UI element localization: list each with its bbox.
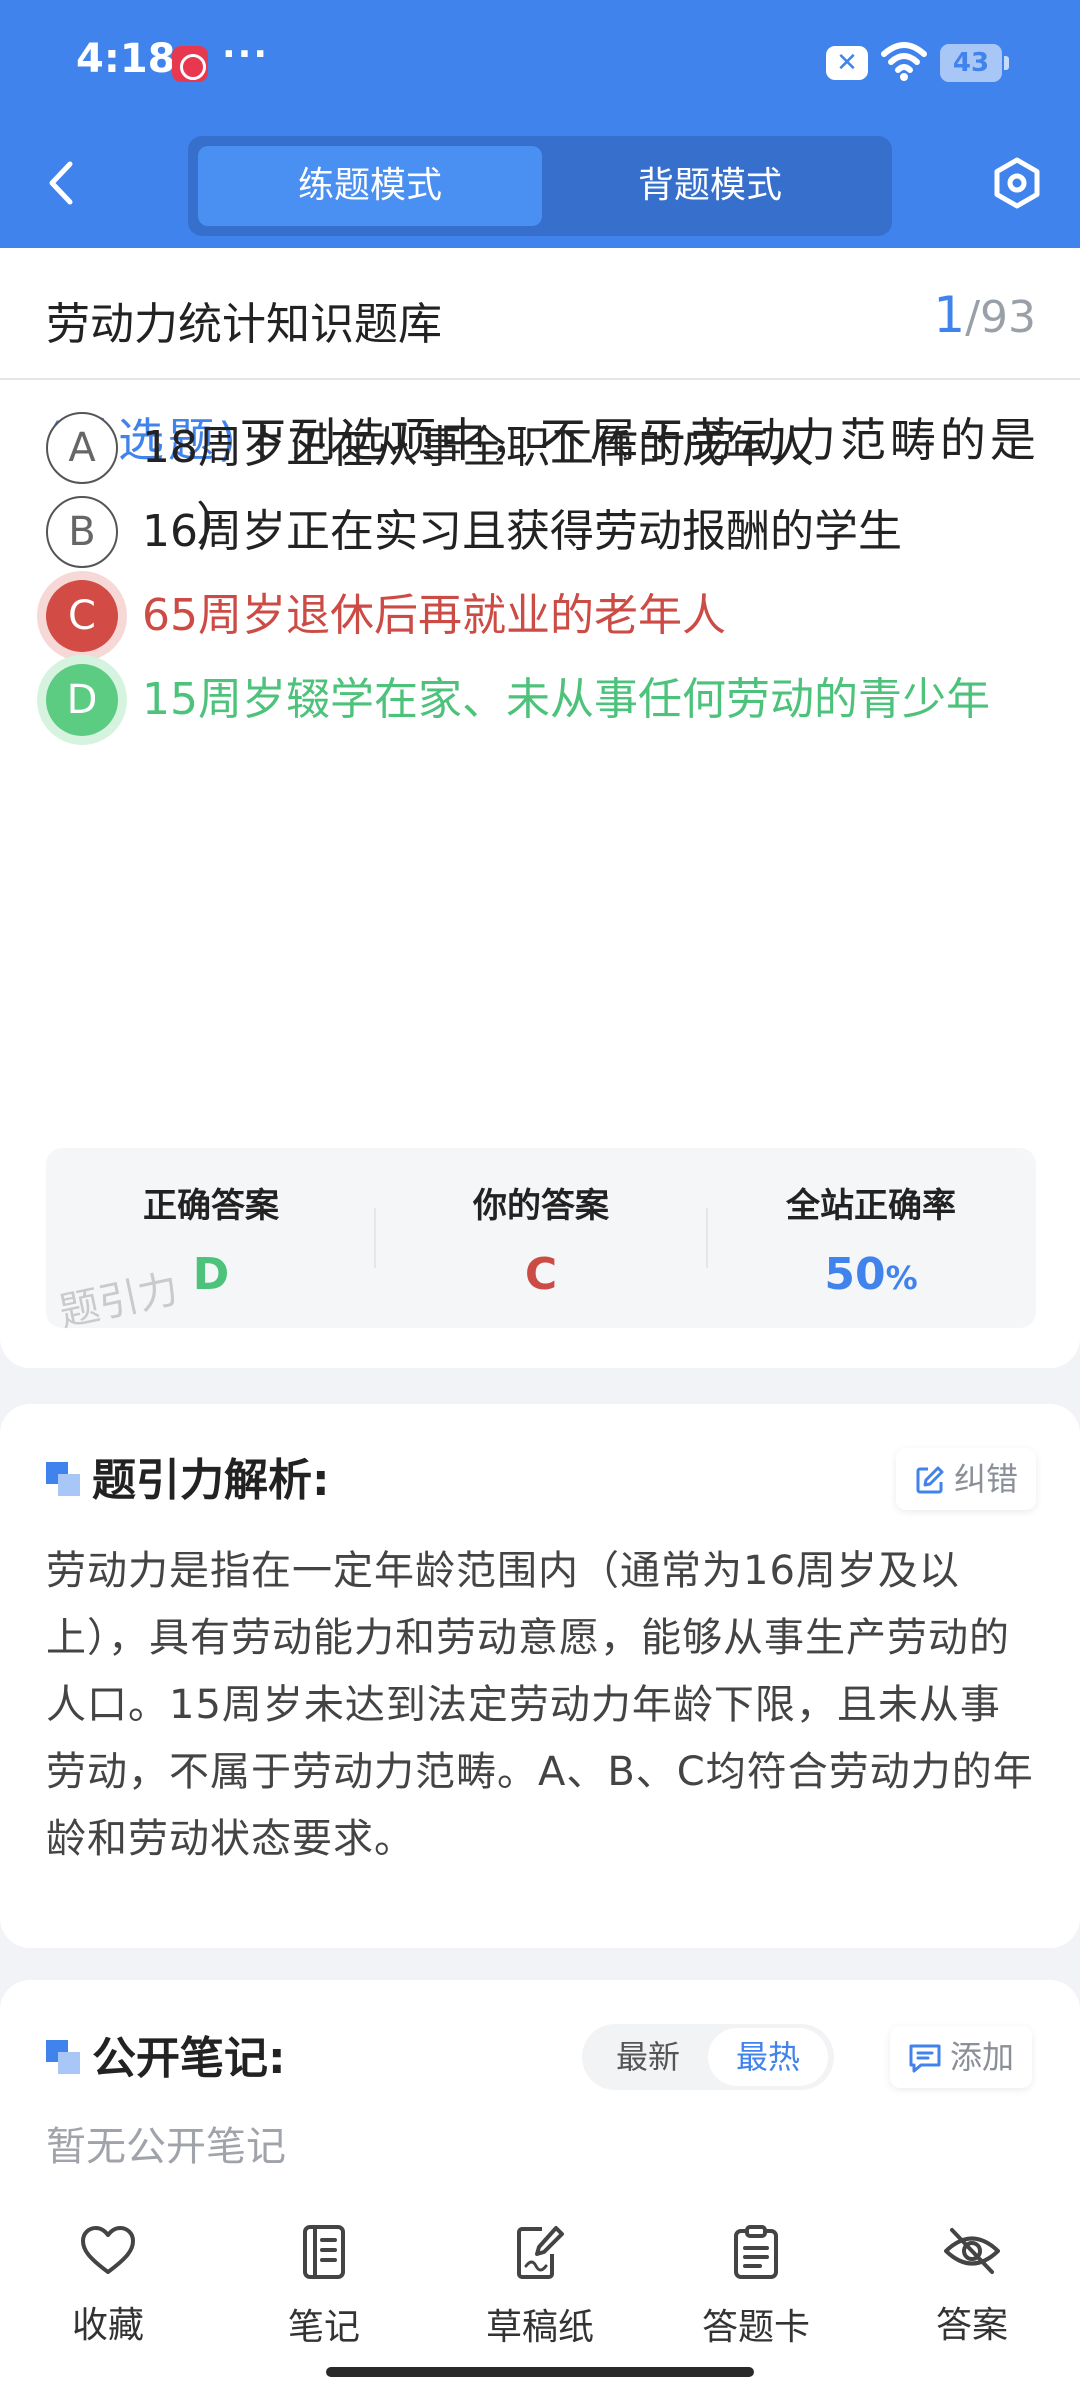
report-error-button[interactable]: 纠错 [896, 1448, 1037, 1510]
back-icon[interactable] [42, 158, 82, 208]
status-time: 4:18 [76, 36, 176, 82]
clipboard-icon [734, 2225, 778, 2279]
add-note-label: 添加 [950, 2038, 1015, 2076]
question-card: 劳动力统计知识题库 1/93 (单选题)下列选项中，不属于劳动力范畴的是（ ） … [0, 248, 1080, 1368]
option-c[interactable]: C 65周岁退休后再就业的老年人 [46, 576, 1046, 656]
settings-icon[interactable] [990, 156, 1044, 210]
add-note-button[interactable]: 添加 [890, 2026, 1033, 2088]
eye-off-icon [944, 2228, 1000, 2274]
option-letter: D [46, 664, 118, 736]
status-bar: 4:18 ··· ✕ 43 [0, 0, 1080, 125]
wifi-icon [881, 42, 927, 81]
option-text: 15周岁辍学在家、未从事任何劳动的青少年 [142, 674, 990, 725]
option-letter: A [46, 412, 118, 484]
sort-hottest[interactable]: 最热 [708, 2028, 828, 2086]
battery-icon: 43 [940, 44, 1009, 82]
analysis-text: 劳动力是指在一定年龄范围内（通常为16周岁及以上），具有劳动能力和劳动意愿，能够… [46, 1548, 1034, 1862]
no-sim-icon: ✕ [826, 46, 868, 80]
option-text: 18周岁正在从事全职工作的成年人 [142, 422, 814, 473]
accuracy-unit: % [885, 1259, 918, 1297]
option-letter: C [46, 580, 118, 652]
accuracy-label: 全站正确率 [786, 1186, 956, 1226]
total-questions: /93 [965, 292, 1036, 343]
notes-button[interactable]: 笔记 [216, 2224, 432, 2350]
accuracy-value: 50% [706, 1249, 1036, 1300]
heart-icon [81, 2226, 135, 2274]
draft-paper-label: 草稿纸 [485, 2307, 594, 2348]
section-icon [46, 1462, 80, 1496]
section-icon [46, 2040, 80, 2074]
notes-label: 笔记 [287, 2307, 360, 2348]
option-b[interactable]: B 16周岁正在实习且获得劳动报酬的学生 [46, 492, 1046, 572]
notification-app-icon [172, 46, 208, 82]
answer-sheet-label: 答题卡 [701, 2307, 810, 2348]
option-letter: B [46, 496, 118, 568]
app-header: 4:18 ··· ✕ 43 练题模式 背题模式 [0, 0, 1080, 248]
current-question-number: 1 [933, 286, 966, 344]
analysis-card: 题引力解析: 纠错 劳动力是指在一定年龄范围内（通常为16周岁及以上），具有劳动… [0, 1404, 1080, 1948]
home-indicator[interactable] [326, 2367, 754, 2377]
favorite-label: 收藏 [71, 2305, 144, 2346]
notes-title: 公开笔记: [92, 2033, 286, 2084]
your-answer-value: C [524, 1249, 558, 1300]
sort-latest[interactable]: 最新 [588, 2028, 708, 2086]
notes-sort-switcher: 最新 最热 [582, 2024, 834, 2090]
mode-switcher: 练题模式 背题模式 [188, 136, 892, 236]
divider [0, 378, 1080, 380]
question-counter: 1/93 [933, 286, 1036, 344]
accuracy-number: 50 [824, 1249, 886, 1300]
report-error-label: 纠错 [954, 1460, 1019, 1498]
empty-notes-text: 暂无公开笔记 [46, 2124, 286, 2170]
draft-icon [517, 2226, 564, 2279]
accuracy-column: 全站正确率 50% [706, 1178, 1036, 1300]
answer-sheet-button[interactable]: 答题卡 [648, 2224, 864, 2350]
option-text: 16周岁正在实习且获得劳动报酬的学生 [142, 506, 902, 557]
your-answer-label: 你的答案 [473, 1186, 609, 1226]
analysis-title: 题引力解析: [92, 1455, 330, 1506]
answer-summary: 正确答案 D 你的答案 C 全站正确率 50% 题引力 [46, 1148, 1036, 1336]
edit-icon [916, 1466, 944, 1494]
draft-paper-button[interactable]: 草稿纸 [432, 2224, 648, 2350]
correct-answer-label: 正确答案 [143, 1186, 279, 1226]
show-answer-label: 答案 [935, 2305, 1008, 2346]
more-notifications-icon: ··· [222, 34, 270, 75]
option-text: 65周岁退休后再就业的老年人 [142, 590, 726, 641]
tab-memorize-mode[interactable]: 背题模式 [538, 146, 882, 226]
tab-practice-mode[interactable]: 练题模式 [198, 146, 542, 226]
show-answer-button[interactable]: 答案 [864, 2224, 1080, 2348]
question-bank-title: 劳动力统计知识题库 [46, 299, 442, 350]
your-answer-column: 你的答案 C [376, 1178, 706, 1300]
comment-icon [909, 2044, 941, 2073]
option-d[interactable]: D 15周岁辍学在家、未从事任何劳动的青少年 [46, 660, 1046, 740]
favorite-button[interactable]: 收藏 [0, 2224, 216, 2348]
notebook-icon [303, 2225, 345, 2279]
option-a[interactable]: A 18周岁正在从事全职工作的成年人 [46, 408, 1046, 488]
